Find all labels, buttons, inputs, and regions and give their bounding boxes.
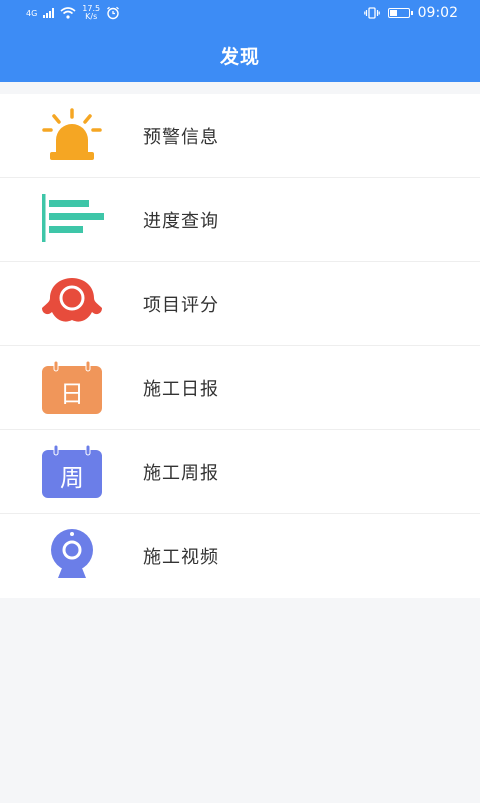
menu-item-warning[interactable]: 预警信息 bbox=[0, 94, 480, 178]
speed-unit: K/s bbox=[85, 12, 98, 21]
calendar-week-glyph: 周 bbox=[60, 464, 84, 492]
menu-item-label: 施工视频 bbox=[143, 547, 219, 568]
menu-item-progress[interactable]: 进度查询 bbox=[0, 178, 480, 262]
menu-item-rating[interactable]: 项目评分 bbox=[0, 262, 480, 346]
clock-time: 09:02 bbox=[417, 5, 458, 21]
menu-item-label: 进度查询 bbox=[143, 210, 219, 232]
menu-item-label: 预警信息 bbox=[143, 126, 219, 148]
signal-icon bbox=[43, 8, 55, 18]
alarm-clock-icon bbox=[107, 6, 120, 20]
vibrate-icon bbox=[363, 7, 380, 19]
page-title: 发现 bbox=[219, 46, 260, 68]
calendar-day-icon: 日 bbox=[42, 360, 102, 414]
progress-bars-icon bbox=[42, 194, 104, 242]
menu-item-label: 施工周报 bbox=[143, 462, 219, 484]
webcam-icon bbox=[51, 529, 93, 578]
discover-menu-list: 预警信息 进度查询 项目评分 日 施工日报 周 施工周报 施工视频 bbox=[0, 94, 480, 598]
network-speed: 17.5 K/s bbox=[82, 5, 100, 21]
wifi-icon bbox=[60, 7, 76, 19]
status-bar: 4G 17.5 K/s 09:02 bbox=[0, 0, 480, 28]
alarm-light-icon bbox=[42, 108, 102, 160]
calendar-week-icon: 周 bbox=[42, 444, 102, 498]
menu-item-daily-report[interactable]: 日 施工日报 bbox=[0, 346, 480, 430]
battery-icon bbox=[387, 8, 413, 18]
menu-item-weekly-report[interactable]: 周 施工周报 bbox=[0, 430, 480, 514]
calendar-day-glyph: 日 bbox=[60, 380, 84, 408]
network-type: 4G bbox=[26, 8, 38, 18]
menu-item-video[interactable]: 施工视频 bbox=[0, 514, 480, 598]
menu-item-label: 施工日报 bbox=[143, 378, 219, 400]
top-bar: 4G 17.5 K/s 09:02 发现 bbox=[0, 0, 480, 82]
menu-item-label: 项目评分 bbox=[143, 294, 219, 316]
badge-icon bbox=[42, 278, 102, 322]
